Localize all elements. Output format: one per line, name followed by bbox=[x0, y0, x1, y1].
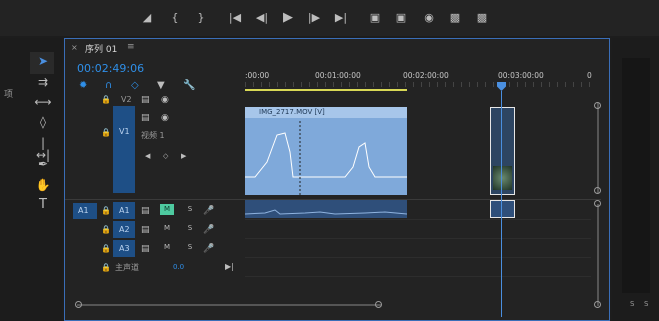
tools-panel: 项 ➤ ⇉ ⟷ ◊ |↔| ✒ ✋ T bbox=[0, 38, 62, 321]
in-point-icon[interactable]: { bbox=[166, 12, 184, 24]
ruler-tick-label: 00:02:00:00 bbox=[403, 71, 449, 80]
ripple-edit-tool-icon[interactable]: ⟷ bbox=[34, 96, 52, 108]
transport-bar: ◢ { } |◀ ◀| ▶ |▶ ▶| ▣ ▣ ◉ ▩ ▩ bbox=[0, 0, 659, 36]
scroll-handle-top[interactable] bbox=[594, 200, 601, 207]
marker-icon[interactable]: ◢ bbox=[138, 12, 156, 24]
ruler-tick-label: 00:03:00:00 bbox=[498, 71, 544, 80]
marker-icon[interactable]: ▼ bbox=[157, 80, 165, 92]
source-label-a1: A1 bbox=[78, 206, 89, 215]
prev-keyframe-icon[interactable]: ◀ bbox=[145, 150, 150, 162]
go-to-end-icon[interactable]: ▶| bbox=[225, 261, 234, 273]
master-level-value[interactable]: 0.0 bbox=[173, 263, 184, 271]
eye-icon[interactable]: ◉ bbox=[161, 112, 169, 124]
scroll-handle-bottom[interactable] bbox=[594, 187, 601, 194]
video-vertical-scrollbar[interactable] bbox=[597, 103, 599, 193]
step-back-icon[interactable]: ◀| bbox=[253, 12, 271, 24]
sync-lock-icon[interactable]: ▤ bbox=[141, 112, 150, 124]
audio-waveform bbox=[245, 209, 407, 215]
playhead-line bbox=[501, 91, 502, 317]
camera-icon[interactable]: ◉ bbox=[420, 12, 438, 24]
hand-tool-icon[interactable]: ✋ bbox=[34, 179, 52, 191]
snap-icon[interactable]: ✹ bbox=[79, 80, 87, 92]
sync-lock-icon[interactable]: ▤ bbox=[141, 205, 150, 217]
audio-vertical-scrollbar[interactable] bbox=[597, 204, 599, 306]
timecode-display[interactable]: 00:02:49:06 bbox=[77, 62, 144, 75]
track-label-a3: A3 bbox=[119, 244, 130, 253]
track-label-master: 主声道 bbox=[115, 263, 139, 272]
solo-label[interactable]: S bbox=[644, 300, 648, 308]
sync-lock-icon[interactable]: ▤ bbox=[141, 224, 150, 236]
lift-icon[interactable]: ▩ bbox=[446, 12, 464, 24]
go-to-in-icon[interactable]: |◀ bbox=[226, 12, 244, 24]
panel-menu-icon[interactable]: ≡ bbox=[127, 42, 135, 52]
microphone-icon[interactable]: 🎤 bbox=[203, 205, 214, 217]
mute-button-a3[interactable]: M bbox=[160, 242, 174, 253]
solo-label[interactable]: S bbox=[630, 300, 634, 308]
scroll-handle-right[interactable] bbox=[375, 301, 382, 308]
side-panel-label: 项 bbox=[4, 90, 14, 100]
solo-button-a1[interactable]: S bbox=[183, 204, 197, 215]
scroll-handle-top[interactable] bbox=[594, 102, 601, 109]
lock-icon[interactable]: 🔒 bbox=[101, 205, 111, 217]
selection-tool-icon[interactable]: ➤ bbox=[34, 55, 52, 67]
solo-button-a3[interactable]: S bbox=[183, 242, 197, 253]
track-label-a1: A1 bbox=[119, 206, 130, 215]
scroll-handle-left[interactable] bbox=[75, 301, 82, 308]
close-icon[interactable]: × bbox=[71, 43, 78, 52]
next-keyframe-icon[interactable]: ▶ bbox=[181, 150, 186, 162]
ruler-tick-label: 0 bbox=[587, 71, 592, 80]
lock-icon[interactable]: 🔒 bbox=[101, 262, 111, 274]
video-clip[interactable]: IMG_2717.MOV [V] bbox=[245, 107, 407, 195]
insert-icon[interactable]: ▣ bbox=[366, 12, 384, 24]
play-icon[interactable]: ▶ bbox=[279, 11, 297, 24]
track-select-tool-icon[interactable]: ⇉ bbox=[34, 76, 52, 88]
source-label-v1: V1 bbox=[119, 127, 130, 136]
extract-icon[interactable]: ▩ bbox=[473, 12, 491, 24]
solo-button-a2[interactable]: S bbox=[183, 223, 197, 234]
step-forward-icon[interactable]: |▶ bbox=[305, 12, 323, 24]
opacity-keyframe-line bbox=[245, 121, 407, 195]
horizontal-scrollbar[interactable] bbox=[77, 304, 381, 306]
source-patch-v1[interactable] bbox=[113, 106, 135, 193]
add-marker-icon[interactable]: ◇ bbox=[131, 80, 139, 92]
lock-icon[interactable]: 🔒 bbox=[101, 94, 111, 106]
track-label-a2: A2 bbox=[119, 225, 130, 234]
track-label-v2[interactable]: V2 bbox=[121, 95, 132, 104]
ruler-tick-label: :00:00 bbox=[245, 71, 270, 80]
mute-button-a2[interactable]: M bbox=[160, 223, 174, 234]
microphone-icon[interactable]: 🎤 bbox=[203, 224, 214, 236]
work-area-bar[interactable] bbox=[245, 89, 407, 91]
eye-icon[interactable]: ◉ bbox=[161, 94, 169, 106]
audio-meters-panel: S S bbox=[612, 38, 659, 321]
razor-tool-icon[interactable]: ◊ bbox=[34, 116, 52, 128]
sync-lock-icon[interactable]: ▤ bbox=[141, 94, 150, 106]
overwrite-icon[interactable]: ▣ bbox=[392, 12, 410, 24]
lock-icon[interactable]: 🔒 bbox=[101, 127, 111, 139]
out-point-icon[interactable]: } bbox=[192, 12, 210, 24]
microphone-icon[interactable]: 🎤 bbox=[203, 243, 214, 255]
lock-icon[interactable]: 🔒 bbox=[101, 224, 111, 236]
audio-clip[interactable] bbox=[245, 200, 407, 218]
type-tool-icon[interactable]: T bbox=[34, 198, 52, 211]
go-to-out-icon[interactable]: ▶| bbox=[332, 12, 350, 24]
mute-button-a1[interactable]: M bbox=[160, 204, 174, 215]
ruler-tick-label: 00:01:00:00 bbox=[315, 71, 361, 80]
sync-lock-icon[interactable]: ▤ bbox=[141, 243, 150, 255]
linked-selection-icon[interactable]: ∩ bbox=[105, 80, 112, 92]
add-keyframe-icon[interactable]: ◇ bbox=[163, 150, 168, 162]
track-name-v1[interactable]: 视频 1 bbox=[141, 130, 165, 141]
wrench-icon[interactable]: 🔧 bbox=[183, 80, 195, 92]
timeline-panel: × 序列 01 ≡ 00:02:49:06 ✹ ∩ ◇ ▼ 🔧 :00:00 0… bbox=[64, 38, 610, 321]
video-clip-thumbnail[interactable] bbox=[490, 107, 515, 195]
scroll-handle-bottom[interactable] bbox=[594, 301, 601, 308]
audio-clip[interactable] bbox=[490, 200, 515, 218]
sequence-tab-title[interactable]: 序列 01 bbox=[85, 42, 117, 55]
lock-icon[interactable]: 🔒 bbox=[101, 243, 111, 255]
pen-tool-icon[interactable]: ✒ bbox=[34, 158, 52, 170]
time-ruler[interactable]: :00:00 00:01:00:00 00:02:00:00 00:03:00:… bbox=[245, 69, 592, 91]
